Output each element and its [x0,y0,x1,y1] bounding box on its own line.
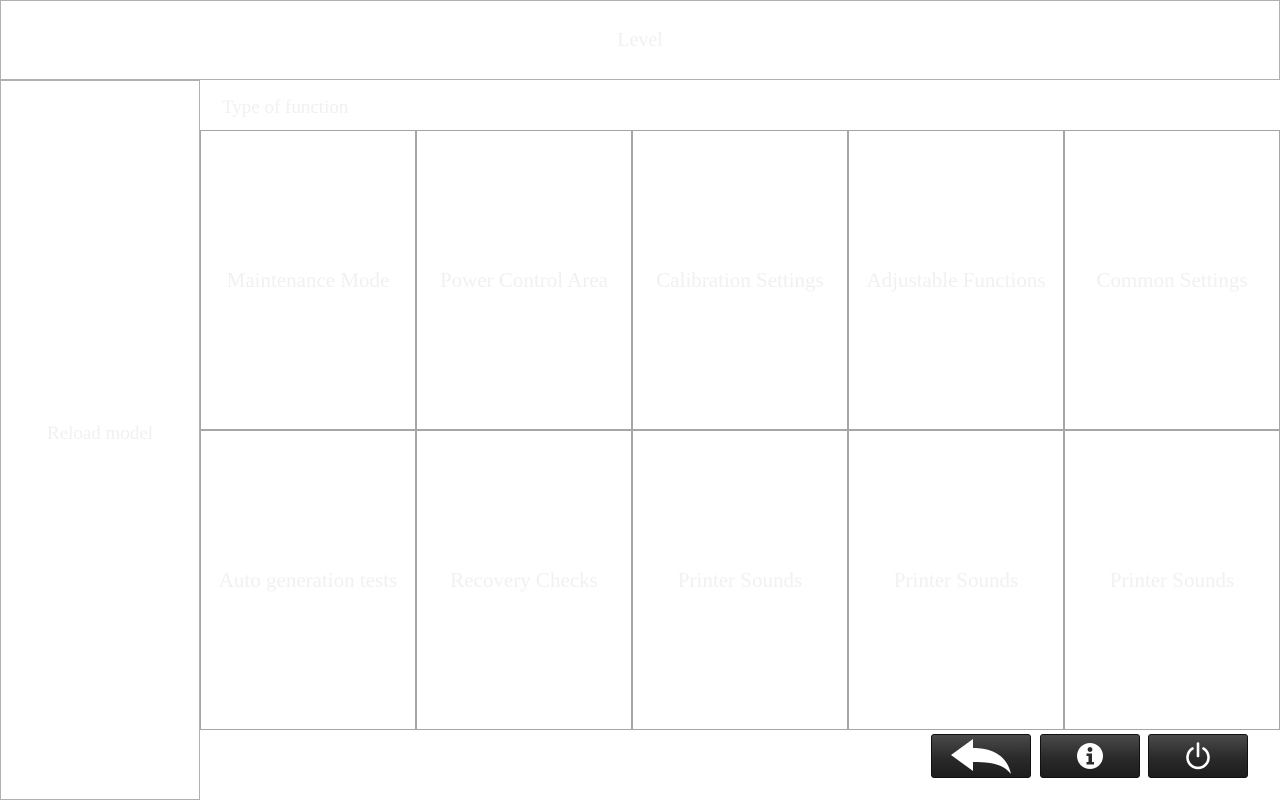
tile-auto-generation-tests[interactable]: Auto generation tests [200,430,416,730]
tile-label: Printer Sounds [677,567,803,592]
tile-printer-sounds-3[interactable]: Printer Sounds [1064,430,1280,730]
power-icon [1184,741,1212,771]
header-title: Level [617,28,663,51]
tile-label: Printer Sounds [893,567,1019,592]
tile-label: Common Settings [1096,267,1248,292]
tile-adjustable-functions[interactable]: Adjustable Functions [848,130,1064,430]
info-icon [1076,742,1104,770]
tile-calibration-settings[interactable]: Calibration Settings [632,130,848,430]
header-bar: Level [0,0,1280,80]
tile-label: Recovery Checks [450,567,598,592]
tile-recovery-checks[interactable]: Recovery Checks [416,430,632,730]
info-button[interactable] [1040,734,1140,778]
back-arrow-icon [949,737,1013,775]
tile-label: Power Control Area [440,267,608,292]
tile-label: Calibration Settings [656,267,824,292]
tile-label: Adjustable Functions [866,267,1046,292]
tile-printer-sounds-1[interactable]: Printer Sounds [632,430,848,730]
sidebar-reload-model[interactable]: Reload model [1,423,199,445]
power-button[interactable] [1148,734,1248,778]
tile-common-settings[interactable]: Common Settings [1064,130,1280,430]
tile-label: Auto generation tests [218,567,398,592]
tile-maintenance-mode[interactable]: Maintenance Mode [200,130,416,430]
tile-power-control-area[interactable]: Power Control Area [416,130,632,430]
section-title: Type of function [222,97,349,118]
tile-label: Printer Sounds [1109,567,1235,592]
tile-printer-sounds-2[interactable]: Printer Sounds [848,430,1064,730]
back-button[interactable] [931,734,1031,778]
sidebar: Reload model [0,80,200,800]
tile-label: Maintenance Mode [226,267,390,292]
function-tile-grid: Maintenance Mode Power Control Area Cali… [200,130,1280,730]
